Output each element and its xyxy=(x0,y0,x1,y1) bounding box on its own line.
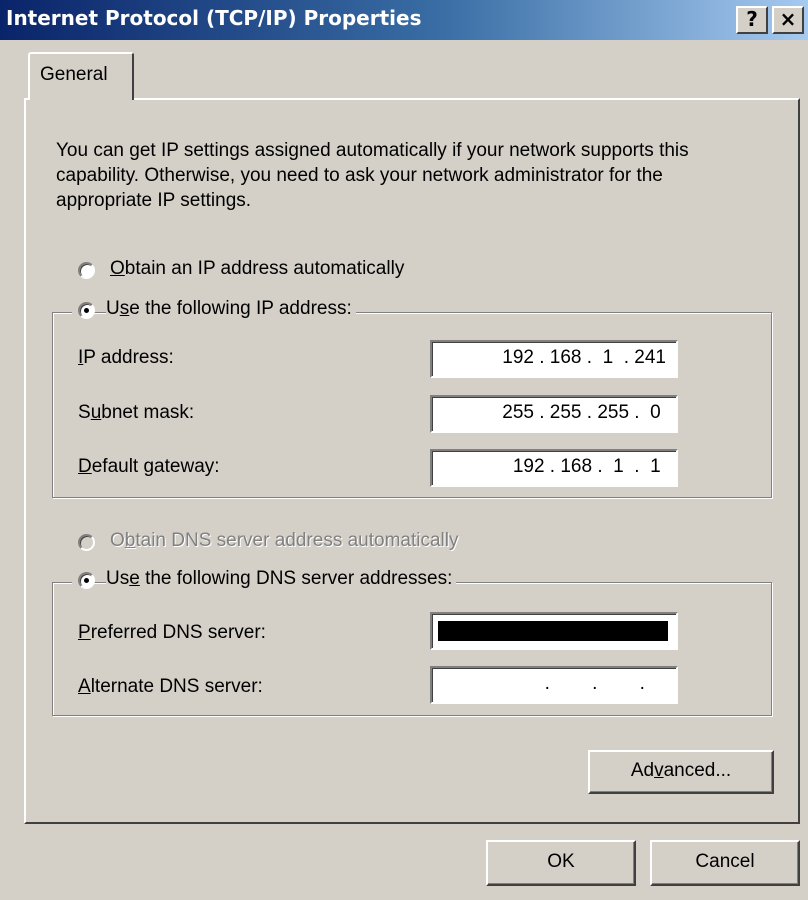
obtain-dns-auto-radio[interactable] xyxy=(78,534,95,551)
tab-general[interactable]: General xyxy=(28,52,134,100)
subnet-mask-input[interactable]: 255 . 255 . 255 . 0 xyxy=(430,395,678,433)
obtain-ip-auto-label[interactable]: Obtain an IP address automatically xyxy=(110,258,404,280)
alternate-dns-input[interactable]: . . . xyxy=(430,666,678,704)
preferred-dns-label: Preferred DNS server: xyxy=(78,622,266,643)
obtain-dns-auto-label[interactable]: Obtain DNS server address automatically xyxy=(110,530,459,552)
preferred-dns-input[interactable] xyxy=(430,612,678,650)
window-title: Internet Protocol (TCP/IP) Properties xyxy=(6,6,422,30)
default-gateway-input[interactable]: 192 . 168 . 1 . 1 xyxy=(430,449,678,487)
default-gateway-label: Default gateway: xyxy=(78,456,220,477)
advanced-button[interactable]: Advanced... xyxy=(588,750,774,794)
help-icon: ? xyxy=(746,7,758,31)
close-button[interactable]: × xyxy=(772,6,804,34)
help-button[interactable]: ? xyxy=(736,6,768,34)
obtain-ip-auto-radio[interactable] xyxy=(78,262,95,279)
use-ip-radio[interactable] xyxy=(78,302,95,319)
subnet-mask-label: Subnet mask: xyxy=(78,402,195,423)
intro-text: You can get IP settings assigned automat… xyxy=(56,140,689,211)
use-dns-label[interactable]: Use the following DNS server addresses: xyxy=(106,568,457,590)
close-icon: × xyxy=(779,7,797,31)
use-dns-radio[interactable] xyxy=(78,572,95,589)
alternate-dns-label: Alternate DNS server: xyxy=(78,676,263,697)
tab-general-label: General xyxy=(40,64,108,85)
ip-address-input[interactable]: 192 . 168 . 1 . 241 xyxy=(430,340,678,378)
use-ip-label[interactable]: Use the following IP address: xyxy=(106,298,356,320)
redaction-bar xyxy=(438,621,668,641)
dialog-window: Internet Protocol (TCP/IP) Properties ? … xyxy=(0,0,808,900)
ok-button[interactable]: OK xyxy=(486,840,636,886)
cancel-button[interactable]: Cancel xyxy=(650,840,800,886)
title-bar[interactable]: Internet Protocol (TCP/IP) Properties ? … xyxy=(0,0,808,40)
ip-address-label: IP address: xyxy=(78,347,174,368)
